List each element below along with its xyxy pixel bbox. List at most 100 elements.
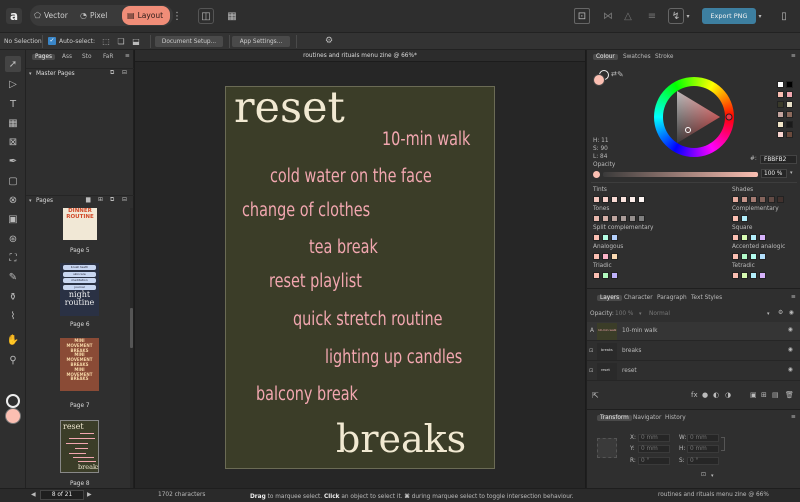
harmony-swatch[interactable] [629,215,636,222]
panel-menu-icon[interactable]: ≡ [791,294,796,300]
shape-tool-icon[interactable]: ⊛ [5,231,21,247]
more-options-icon[interactable]: ⋮ [172,8,182,24]
harmony-swatch[interactable] [750,196,757,203]
zine-line-8[interactable]: balcony break [256,384,358,405]
harmony-swatch[interactable] [741,253,748,260]
layer-visibility-icon[interactable]: ◉ [788,347,793,353]
move-tool-icon[interactable]: ➚ [5,56,21,72]
zine-line-2[interactable]: cold water on the face [270,166,432,187]
insert-page-icon[interactable]: ⊞ [98,197,103,203]
colour-triangle[interactable] [654,77,734,157]
panel-menu-icon[interactable]: ≡ [791,53,796,59]
tab-history[interactable]: History [665,415,686,421]
hex-field[interactable]: FBBFB2 [760,155,797,164]
harmony-swatch[interactable] [750,272,757,279]
harmony-swatch[interactable] [759,234,766,241]
persona-vector[interactable]: ⬠ Vector [34,7,74,24]
next-page-icon[interactable]: ▶ [87,491,92,498]
harmony-swatch[interactable] [629,196,636,203]
delete-master-icon[interactable]: ⊟ [122,70,127,76]
harmony-swatch[interactable] [593,253,600,260]
recent-swatch[interactable] [786,81,793,88]
master-pages-header[interactable]: ▾ Master Pages ⧉ ⊟ [26,68,134,80]
zine-line-5[interactable]: reset playlist [269,271,362,292]
swap-colors-icon[interactable]: ⇄ [611,70,617,78]
rectangle-tool-icon[interactable]: ▢ [5,173,21,189]
panel-menu-icon[interactable]: ≡ [125,53,130,59]
harmony-swatch[interactable] [602,272,609,279]
x-field[interactable]: 0 mm [638,434,670,442]
harmony-swatch[interactable] [638,215,645,222]
zine-line-6[interactable]: quick stretch routine [293,309,442,330]
mask-icon[interactable]: ● [702,391,708,399]
layer-opacity-dropdown-icon[interactable]: ▾ [639,311,642,317]
prev-page-icon[interactable]: ◀ [31,491,36,498]
persona-pixel[interactable]: ◔ Pixel [80,7,120,24]
tab-text-styles[interactable]: Text Styles [691,295,722,301]
add-master-icon[interactable]: ⧉ [110,70,114,77]
harmony-swatch[interactable] [620,215,627,222]
eyedropper-icon[interactable]: ✎ [617,70,624,79]
tab-pages[interactable]: Pages [32,54,56,60]
harmony-swatch[interactable] [602,196,609,203]
recent-swatch[interactable] [777,111,784,118]
document-tab[interactable]: routines and rituals menu zine @ 66%* [135,50,585,62]
harmony-swatch[interactable] [732,272,739,279]
image-tool-icon[interactable]: ▣ [5,211,21,227]
tab-colour[interactable]: Colour [593,54,618,60]
harmony-swatch[interactable] [602,234,609,241]
harmony-swatch[interactable] [759,253,766,260]
harmony-swatch[interactable] [732,196,739,203]
blend-mode-select[interactable]: Normal [649,311,670,317]
page-thumbnail-7[interactable]: MINI MOVEMENT BREAKS MINI MOVEMENT BREAK… [60,338,99,391]
harmony-swatch[interactable] [611,196,618,203]
hand-tool-icon[interactable]: ✋ [5,332,21,348]
export-dropdown-icon[interactable]: ▾ [756,8,764,24]
zine-heading[interactable]: reset [234,87,345,133]
duplicate-page-icon[interactable]: ⧉ [110,197,114,204]
frame-text-tool-icon[interactable]: T [5,96,21,112]
document-setup-button[interactable]: Document Setup... [155,36,223,47]
colour-wheel[interactable] [654,77,734,157]
stroke-color-swatch[interactable] [6,394,20,408]
tab-stroke[interactable]: Stroke [655,54,673,60]
select-dropdown-icon[interactable]: ⬓ [129,34,143,48]
harmony-swatch[interactable] [593,196,600,203]
delete-page-icon[interactable]: ⊟ [122,197,127,203]
h-field[interactable]: 0 mm [687,445,719,453]
recent-swatch[interactable] [786,131,793,138]
layer-settings-icon[interactable]: ⚙ [778,310,783,316]
page-thumbnail-5[interactable]: DINNER ROUTINE [63,208,97,240]
pages-header[interactable]: ▾ Pages ▆ ⊞ ⧉ ⊟ [26,195,134,207]
recent-swatch[interactable] [786,91,793,98]
s-field[interactable]: 0 ° [687,457,719,465]
snapping-icon[interactable]: ⋈ [600,8,616,24]
picture-frame-tool-icon[interactable]: ⊠ [5,134,21,150]
tab-assets[interactable]: Ass [62,54,72,60]
harmony-swatch[interactable] [741,196,748,203]
pen-mode-icon[interactable]: ↯ [668,8,684,24]
harmony-swatch[interactable] [611,234,618,241]
tab-layers[interactable]: Layers [597,295,623,301]
tab-navigator[interactable]: Navigator [633,415,661,421]
r-field[interactable]: 0 ° [638,457,670,465]
recent-swatch[interactable] [777,81,784,88]
opacity-dropdown-icon[interactable]: ▾ [790,170,793,176]
anchor-selector[interactable] [597,438,617,458]
live-filter-icon[interactable]: ◑ [725,391,731,399]
harmony-swatch[interactable] [593,215,600,222]
recent-swatch[interactable] [786,111,793,118]
app-logo-icon[interactable]: a [6,8,22,24]
select-mode-icon[interactable]: ⬚ [99,34,113,48]
page-spread[interactable]: reset 10-min walk cold water on the face… [225,86,495,469]
page-thumbnail-8[interactable]: reset breaks [60,420,99,473]
new-layer-icon[interactable]: ⇱ [592,391,599,400]
w-field[interactable]: 0 mm [687,434,719,442]
spread-view-icon[interactable]: ▦ [224,8,240,24]
harmony-swatch[interactable] [593,234,600,241]
recent-swatch[interactable] [786,121,793,128]
harmony-swatch[interactable] [741,215,748,222]
blend-dropdown-icon[interactable]: ▾ [767,311,770,317]
add-pixel-layer-icon[interactable]: ⊞ [761,391,767,399]
pen-dropdown-icon[interactable]: ▾ [684,8,692,24]
